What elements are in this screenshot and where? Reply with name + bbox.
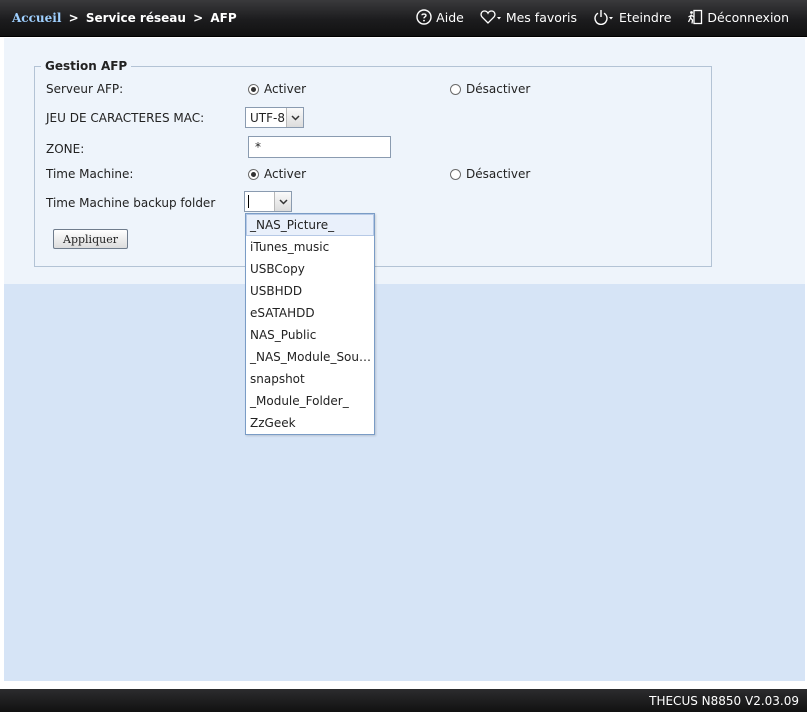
radio-unselected-indicator bbox=[450, 168, 461, 180]
breadcrumb-separator: > bbox=[68, 11, 79, 25]
breadcrumb-home-link[interactable]: Accueil bbox=[12, 11, 61, 25]
favorites-link[interactable]: Mes favoris bbox=[480, 9, 577, 25]
afp-server-disable-radio[interactable]: Désactiver bbox=[450, 82, 530, 96]
breadcrumb-page: AFP bbox=[210, 11, 237, 25]
group-legend: Gestion AFP bbox=[45, 59, 128, 73]
time-machine-disable-label: Désactiver bbox=[466, 167, 531, 181]
radio-unselected-indicator bbox=[450, 83, 461, 95]
charset-label: JEU DE CARACTERES MAC: bbox=[46, 111, 205, 125]
afp-server-enable-label: Activer bbox=[264, 82, 307, 96]
dropdown-option[interactable]: NAS_Public bbox=[246, 324, 374, 346]
favorites-label: Mes favoris bbox=[505, 9, 578, 25]
help-icon bbox=[416, 9, 432, 25]
top-bar: Accueil > Service réseau > AFP Aide Mes … bbox=[0, 0, 807, 37]
firmware-version: THECUS N8850 V2.03.09 bbox=[649, 694, 799, 708]
heart-icon bbox=[480, 10, 501, 24]
chevron-down-icon[interactable] bbox=[286, 108, 303, 127]
help-link[interactable]: Aide bbox=[416, 9, 464, 25]
time-machine-enable-label: Activer bbox=[264, 167, 307, 181]
power-icon bbox=[594, 10, 614, 25]
time-machine-label: Time Machine: bbox=[46, 167, 134, 181]
apply-button[interactable]: Appliquer bbox=[53, 229, 128, 249]
time-machine-disable-radio[interactable]: Désactiver bbox=[450, 167, 530, 181]
chevron-down-icon[interactable] bbox=[274, 192, 291, 211]
dropdown-option[interactable]: snapshot bbox=[246, 368, 374, 390]
breadcrumb-section: Service réseau bbox=[85, 11, 186, 25]
time-machine-enable-radio[interactable]: Activer bbox=[248, 167, 306, 181]
afp-server-label: Serveur AFP: bbox=[46, 82, 124, 96]
zone-label: ZONE: bbox=[46, 142, 85, 156]
dropdown-option[interactable]: USBCopy bbox=[246, 258, 374, 280]
dropdown-option[interactable]: _NAS_Picture_ bbox=[246, 214, 374, 236]
backup-folder-label: Time Machine backup folder bbox=[46, 196, 216, 210]
main-panel: Gestion AFP Serveur AFP: Activer Désacti… bbox=[4, 38, 805, 681]
backup-folder-select[interactable] bbox=[244, 191, 292, 212]
charset-select[interactable]: UTF-8 bbox=[245, 107, 304, 128]
dropdown-option[interactable]: USBHDD bbox=[246, 280, 374, 302]
radio-selected-indicator bbox=[248, 168, 259, 180]
shutdown-link[interactable]: Eteindre bbox=[593, 9, 671, 25]
afp-server-enable-radio[interactable]: Activer bbox=[248, 82, 306, 96]
dropdown-option[interactable]: _NAS_Module_Sour... bbox=[246, 346, 374, 368]
backup-folder-dropdown-list: _NAS_Picture_ iTunes_music USBCopy USBHD… bbox=[245, 213, 375, 435]
top-links: Aide Mes favoris Eteindre Déconnexion bbox=[416, 9, 789, 25]
zone-input[interactable]: * bbox=[248, 136, 391, 158]
help-label: Aide bbox=[436, 9, 464, 25]
dropdown-option[interactable]: ZzGeek bbox=[246, 412, 374, 434]
afp-server-disable-label: Désactiver bbox=[466, 82, 531, 96]
footer-bar: THECUS N8850 V2.03.09 bbox=[0, 689, 807, 712]
exit-icon bbox=[688, 9, 703, 25]
breadcrumb-separator: > bbox=[193, 11, 204, 25]
breadcrumb: Accueil > Service réseau > AFP bbox=[12, 11, 237, 25]
charset-value: UTF-8 bbox=[250, 111, 285, 125]
shutdown-label: Eteindre bbox=[619, 9, 672, 25]
dropdown-option[interactable]: iTunes_music bbox=[246, 236, 374, 258]
dropdown-option[interactable]: eSATAHDD bbox=[246, 302, 374, 324]
logout-label: Déconnexion bbox=[707, 9, 789, 25]
dropdown-option[interactable]: _Module_Folder_ bbox=[246, 390, 374, 412]
radio-selected-indicator bbox=[248, 83, 259, 95]
logout-link[interactable]: Déconnexion bbox=[687, 9, 789, 25]
text-cursor bbox=[248, 195, 249, 208]
